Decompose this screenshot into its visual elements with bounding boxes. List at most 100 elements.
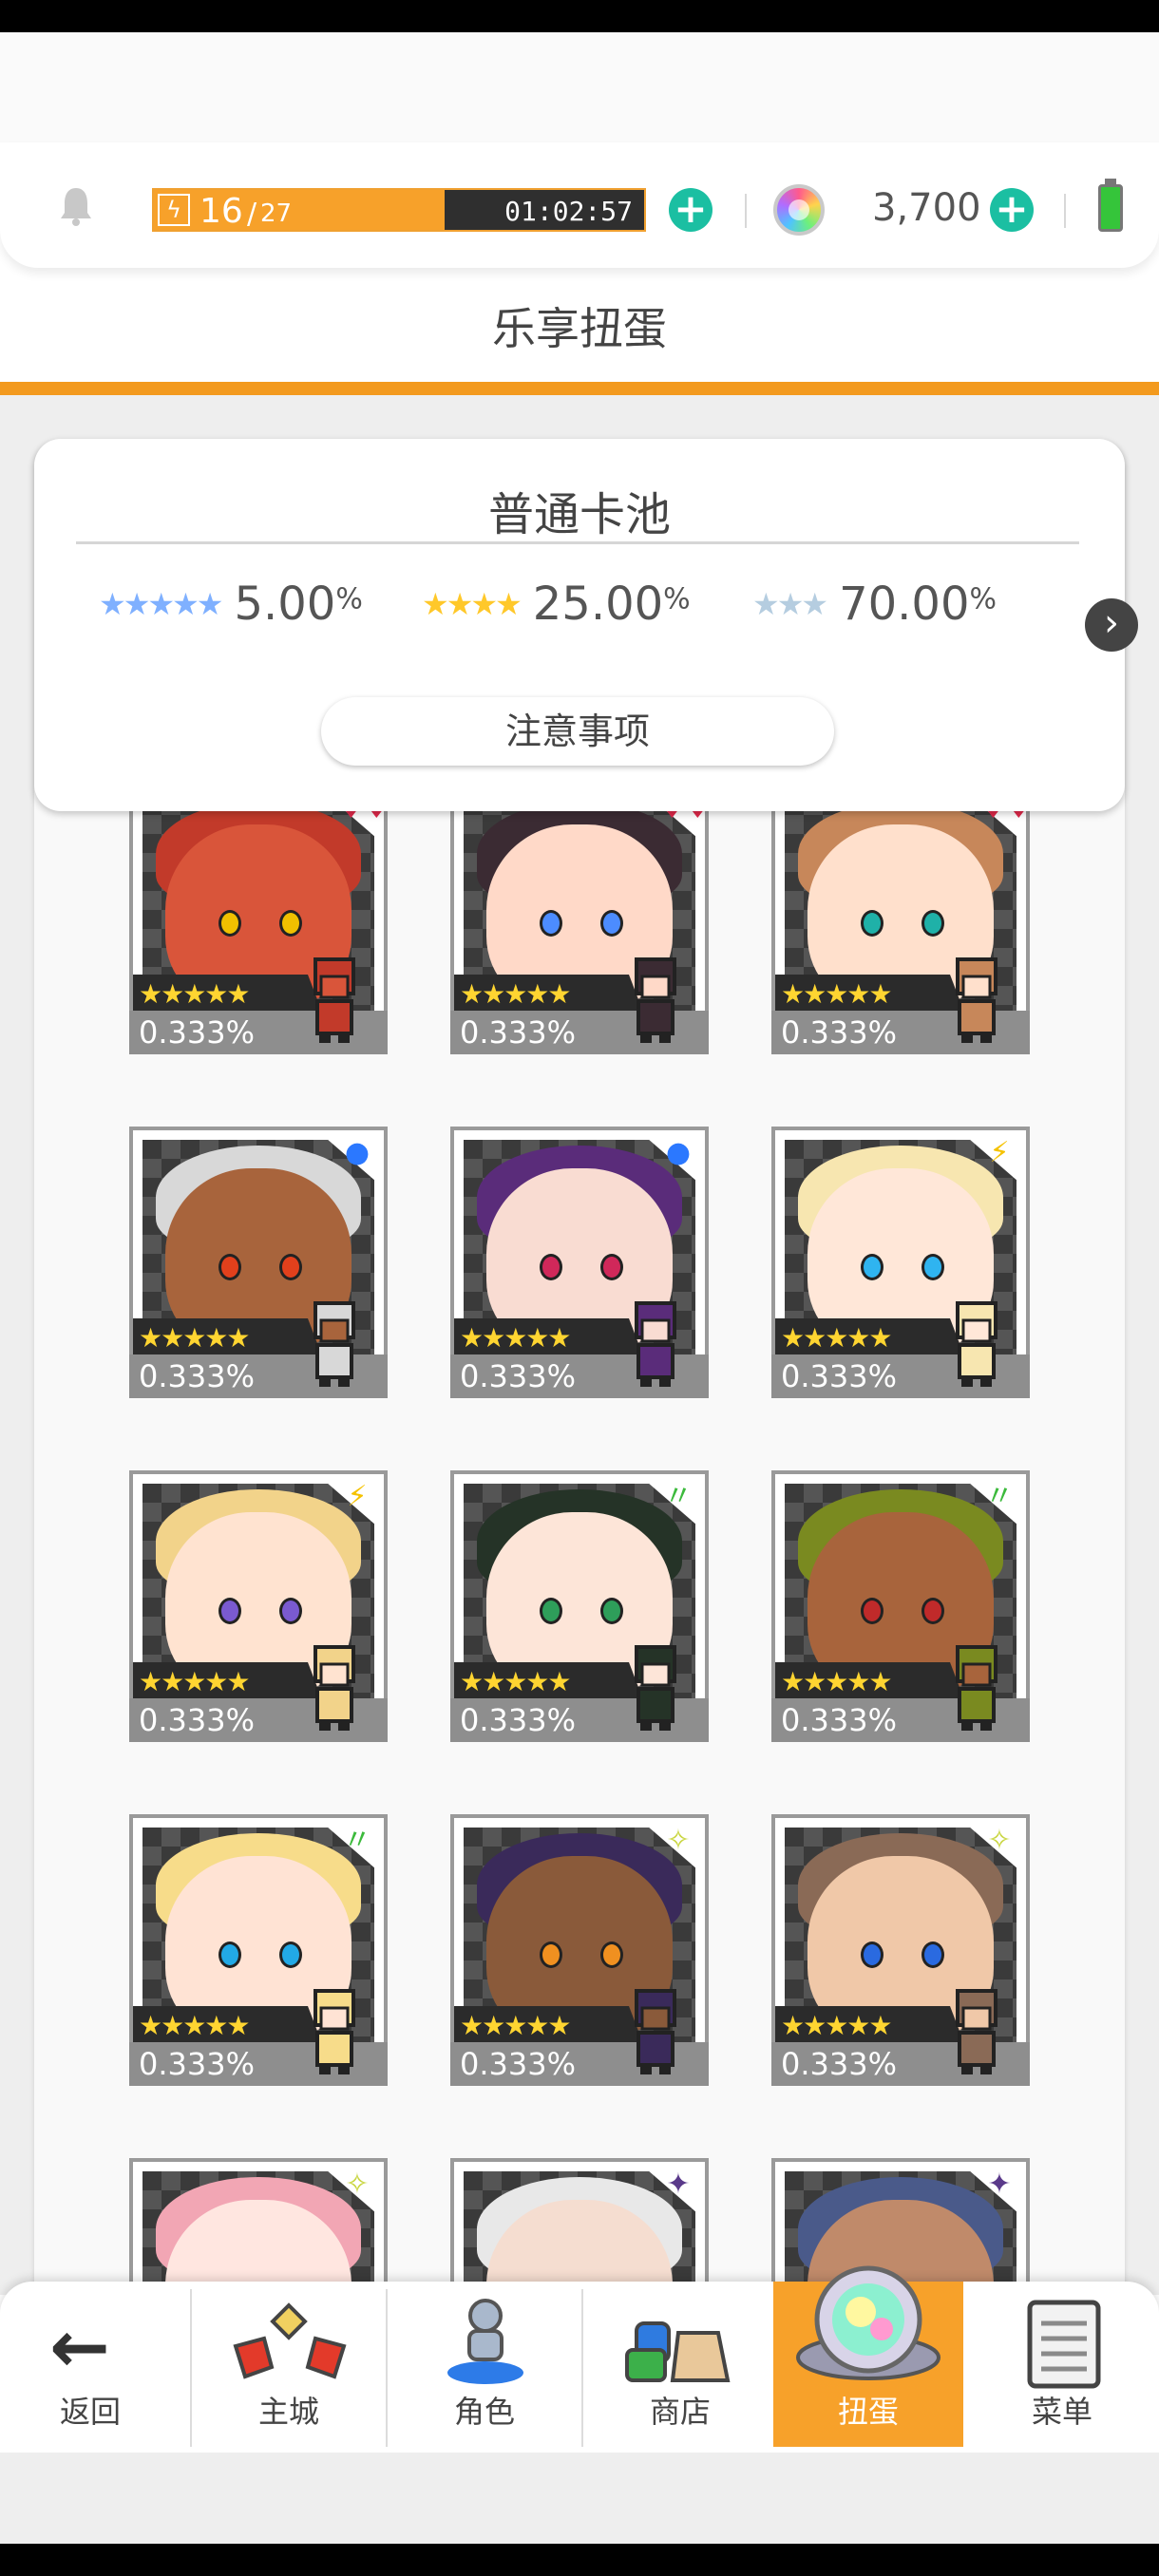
- element-icon: ✦: [987, 2168, 1012, 2201]
- nav-label: 主城: [257, 2394, 319, 2430]
- stamina-max: 27: [260, 199, 293, 228]
- bell-icon[interactable]: [53, 182, 99, 228]
- drop-rate-value: 0.333%: [460, 1358, 577, 1394]
- chibi-sprite-icon: [635, 1301, 676, 1387]
- rarity-strip: ★★★★★: [775, 2006, 965, 2046]
- drop-rate-value: 0.333%: [460, 2046, 577, 2082]
- portrait-eye: [279, 1941, 302, 1968]
- portrait-eye: [922, 910, 944, 937]
- chibi-sprite-icon: [635, 1645, 676, 1731]
- divider: [1064, 194, 1066, 228]
- character-card[interactable]: ● ★★★★★ 0.333%: [129, 1127, 388, 1430]
- nav-shop[interactable]: 商店: [585, 2282, 775, 2447]
- element-icon: 〃: [985, 1480, 1014, 1513]
- rarity-strip: ★★★★★: [133, 975, 323, 1014]
- rarity-strip: ★★★★★: [454, 2006, 644, 2046]
- chibi-sprite-icon: [635, 1989, 676, 2074]
- drop-rate-value: 0.333%: [460, 1014, 577, 1051]
- nav-divider: [190, 2289, 192, 2447]
- lightning-icon: ϟ: [158, 194, 190, 226]
- stamina-current: 16: [200, 192, 243, 231]
- character-card[interactable]: ✧ ★★★★★ 0.333%: [771, 1814, 1030, 2118]
- gacha-icon: [796, 2265, 940, 2380]
- drop-rate-value: 0.333%: [460, 1702, 577, 1738]
- element-icon: 〃: [664, 1480, 693, 1513]
- add-stamina-button[interactable]: +: [669, 188, 712, 232]
- resource-bar: ϟ 16 / 27 01:02:57 + 3,700 +: [0, 142, 1159, 268]
- portrait-eye: [540, 1598, 562, 1624]
- rarity-strip: ★★★★★: [775, 975, 965, 1014]
- drop-rate-value: 0.333%: [139, 1358, 256, 1394]
- nav-gacha[interactable]: 扭蛋: [773, 2265, 963, 2447]
- star-rating: ★★★★★: [460, 1322, 572, 1354]
- bottom-nav: ← 返回 主城 角色 商店 扭蛋 菜单: [0, 2265, 1159, 2453]
- portrait-eye: [861, 1254, 884, 1280]
- stamina-separator: /: [247, 198, 257, 231]
- portrait-eye: [218, 1598, 241, 1624]
- portrait-eye: [218, 1254, 241, 1280]
- character-icon: [447, 2299, 523, 2384]
- nav-back[interactable]: ← 返回: [0, 2282, 180, 2447]
- nav-label: 返回: [59, 2394, 121, 2430]
- character-card[interactable]: ♦♦★★★★★0.333%: [450, 783, 711, 1087]
- rarity-strip: ★★★★★: [454, 975, 644, 1014]
- chibi-sprite-icon: [956, 1301, 998, 1387]
- star-rating: ★★★★★: [460, 978, 572, 1010]
- rate-5star-value: 5.00: [234, 578, 336, 631]
- stamina-bar: ϟ 16 / 27 01:02:57: [152, 188, 646, 232]
- portrait-eye: [600, 1598, 623, 1624]
- portrait-eye: [218, 1941, 241, 1968]
- chibi-sprite-icon: [635, 957, 676, 1043]
- character-card[interactable]: ✧ ★★★★★ 0.333%: [450, 1814, 709, 2118]
- character-card[interactable]: ♦♦★★★★★0.333%: [129, 783, 390, 1087]
- add-gems-button[interactable]: +: [990, 188, 1034, 232]
- character-card[interactable]: ⚡ ★★★★★ 0.333%: [129, 1470, 388, 1774]
- chibi-sprite-icon: [956, 1989, 998, 2074]
- element-icon: ⚡: [989, 1136, 1010, 1169]
- element-icon: ✦: [666, 2168, 691, 2201]
- nav-castle[interactable]: 主城: [194, 2282, 384, 2447]
- character-card[interactable]: 〃 ★★★★★ 0.333%: [129, 1814, 388, 2118]
- character-card[interactable]: ⚡ ★★★★★ 0.333%: [771, 1127, 1030, 1430]
- status-area: [0, 32, 1159, 156]
- star-rating: ★★★★★: [139, 2010, 251, 2041]
- rate-3star-value: 70.00: [839, 578, 970, 631]
- star-rating: ★★★★★: [781, 1322, 893, 1354]
- portrait-eye: [922, 1598, 944, 1624]
- drop-rate-value: 0.333%: [139, 1014, 256, 1051]
- system-status-bar: [0, 0, 1159, 32]
- star-rating: ★★★★★: [139, 978, 251, 1010]
- rarity-strip: ★★★★★: [454, 1662, 644, 1702]
- rarity-strip: ★★★★★: [133, 2006, 323, 2046]
- character-card[interactable]: 〃 ★★★★★ 0.333%: [450, 1470, 709, 1774]
- character-card[interactable]: ♦♦★★★★★0.333%: [771, 783, 1032, 1087]
- nav-menu[interactable]: 菜单: [965, 2282, 1159, 2447]
- rarity-strip: ★★★★★: [775, 1662, 965, 1702]
- character-card[interactable]: ✦: [450, 2158, 709, 2282]
- chevron-right-icon[interactable]: ›: [1085, 598, 1138, 652]
- rate-5star: ★★★★★ 5.00%: [99, 578, 363, 635]
- menu-icon: [1027, 2300, 1101, 2389]
- gem-count: 3,700: [872, 186, 981, 230]
- nav-divider: [581, 2289, 583, 2447]
- percent-unit: %: [335, 582, 363, 616]
- element-icon: ●: [665, 1136, 692, 1169]
- character-card[interactable]: ✧: [129, 2158, 388, 2282]
- rarity-strip: ★★★★★: [133, 1318, 323, 1358]
- star-rating: ★★★★★: [781, 1666, 893, 1697]
- rate-4star: ★★★★ 25.00%: [422, 578, 691, 635]
- chibi-sprite-icon: [314, 1301, 355, 1387]
- character-frame: ✧: [129, 2158, 388, 2282]
- drop-rate-value: 0.333%: [781, 1702, 898, 1738]
- chibi-sprite-icon: [956, 1645, 998, 1731]
- portrait-eye: [279, 1254, 302, 1280]
- portrait-eye: [279, 910, 302, 937]
- nav-character[interactable]: 角色: [390, 2282, 580, 2447]
- percent-unit: %: [663, 582, 691, 616]
- character-card[interactable]: 〃 ★★★★★ 0.333%: [771, 1470, 1030, 1774]
- notice-button[interactable]: 注意事项: [321, 697, 834, 766]
- rate-3star: ★★★ 70.00%: [752, 578, 997, 635]
- star-rating: ★★★★★: [460, 1666, 572, 1697]
- character-card[interactable]: ● ★★★★★ 0.333%: [450, 1127, 709, 1430]
- portrait-eye: [540, 910, 562, 937]
